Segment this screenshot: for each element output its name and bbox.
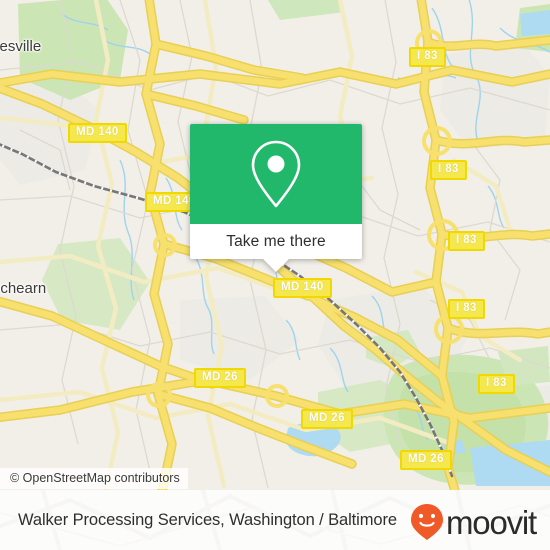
moovit-logo[interactable]: moovit (409, 503, 537, 541)
shield-i-83-top[interactable]: I 83 (409, 47, 446, 67)
location-callout-card[interactable]: Take me there (190, 124, 362, 272)
map-pin-icon (251, 140, 301, 208)
place-label-pikesville: kesville (0, 38, 42, 55)
shield-i-83-bottom[interactable]: I 83 (478, 374, 515, 394)
callout-image-placeholder (190, 124, 362, 224)
moovit-pin-icon (411, 504, 443, 540)
shield-i-83-mid[interactable]: I 83 (448, 231, 485, 251)
callout-pointer-tail (263, 259, 289, 272)
take-me-there-label: Take me there (226, 232, 326, 250)
shield-md-140-upper-left[interactable]: MD 140 (68, 123, 127, 143)
shield-md-140-center[interactable]: MD 140 (273, 278, 332, 298)
shield-i-83-upper[interactable]: I 83 (430, 160, 467, 180)
location-title: Walker Processing Services, Washington /… (18, 510, 397, 529)
shield-md-26-left[interactable]: MD 26 (194, 368, 246, 388)
osm-attribution[interactable]: © OpenStreetMap contributors (0, 468, 188, 489)
shield-i-83-lower[interactable]: I 83 (448, 299, 485, 319)
map-canvas[interactable]: kesville ochearn MD 140 MD 140 MD 140 MD… (0, 0, 550, 490)
shield-md-26-right[interactable]: MD 26 (400, 450, 452, 470)
bottom-branding-bar: Walker Processing Services, Washington /… (0, 490, 550, 550)
moovit-wordmark: moovit (446, 503, 537, 541)
shield-md-26-center[interactable]: MD 26 (301, 409, 353, 429)
place-label-lochearn: ochearn (0, 280, 47, 297)
screenshot-root: kesville ochearn MD 140 MD 140 MD 140 MD… (0, 0, 550, 550)
callout-footer[interactable]: Take me there (190, 224, 362, 272)
